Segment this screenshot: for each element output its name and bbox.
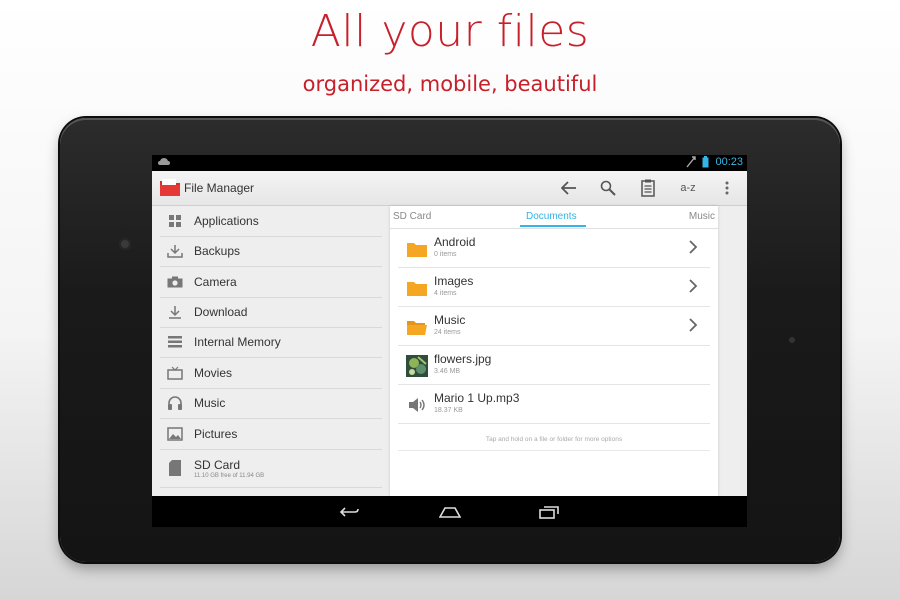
backup-download-icon	[166, 242, 184, 260]
camera-icon	[166, 273, 184, 291]
status-bar: 00:23	[152, 155, 747, 171]
device-screen: 00:23 File Manager a-z Applications Back…	[152, 155, 747, 527]
file-meta: 18.37 KB	[434, 407, 463, 414]
search-icon[interactable]	[597, 177, 619, 199]
file-meta: 0 items	[434, 251, 457, 258]
folder-icon	[407, 282, 427, 296]
system-nav-bar	[152, 497, 747, 527]
signal-icon	[686, 156, 697, 168]
content-area: Applications Backups Camera Download Int…	[152, 206, 747, 496]
tab-sd-card[interactable]: SD Card	[393, 211, 431, 222]
file-row-flowers[interactable]: flowers.jpg 3.46 MB	[398, 346, 710, 385]
sidebar-item-label: Pictures	[194, 427, 238, 441]
file-list-panel: SD Card Documents Music Android 0 items …	[390, 206, 718, 496]
home-nav-icon[interactable]	[438, 503, 462, 521]
sidebar-item-internal-memory[interactable]: Internal Memory	[160, 327, 382, 358]
audio-icon	[409, 398, 425, 412]
overflow-menu-icon[interactable]	[720, 177, 734, 199]
sd-card-label-group: SD Card 11.10 GB free of 11.94 GB	[194, 458, 264, 479]
sidebar-item-label: SD Card	[194, 457, 241, 472]
file-name: Images	[434, 274, 474, 288]
sidebar-item-camera[interactable]: Camera	[160, 267, 382, 298]
clipboard-icon[interactable]	[637, 177, 659, 199]
file-row-mario[interactable]: Mario 1 Up.mp3 18.37 KB	[398, 385, 710, 424]
app-title: File Manager	[184, 181, 255, 195]
light-sensor	[789, 337, 795, 343]
grid-icon	[166, 212, 184, 230]
file-name: Android	[434, 235, 476, 249]
sidebar-item-applications[interactable]: Applications	[160, 206, 382, 237]
usage-hint: Tap and hold on a file or folder for mor…	[398, 430, 710, 451]
chevron-right-icon[interactable]	[686, 237, 700, 257]
action-bar: File Manager a-z	[152, 171, 747, 206]
sd-card-icon	[166, 459, 184, 477]
tab-music[interactable]: Music	[689, 211, 715, 222]
notification-icon	[158, 158, 170, 165]
file-name: flowers.jpg	[434, 352, 492, 366]
sidebar-item-label: Camera	[194, 275, 237, 289]
sort-icon[interactable]: a-z	[674, 177, 702, 199]
file-name: Mario 1 Up.mp3	[434, 391, 520, 405]
tab-documents[interactable]: Documents	[526, 211, 577, 222]
file-meta: 24 items	[434, 329, 461, 336]
sidebar-item-label: Movies	[194, 366, 233, 380]
sidebar-item-sd-card[interactable]: SD Card 11.10 GB free of 11.94 GB	[160, 449, 382, 488]
location-tabs: SD Card Documents Music	[390, 206, 718, 229]
sidebar-item-label: Backups	[194, 244, 241, 258]
folder-open-icon	[407, 321, 427, 335]
file-meta: 4 items	[434, 290, 457, 297]
sidebar-item-download[interactable]: Download	[160, 297, 382, 328]
battery-icon	[702, 156, 709, 168]
sidebar: Applications Backups Camera Download Int…	[160, 206, 382, 496]
active-tab-indicator	[520, 225, 586, 227]
back-icon[interactable]	[558, 177, 580, 199]
picture-icon	[166, 425, 184, 443]
sidebar-item-label: Applications	[194, 214, 259, 228]
memory-icon	[166, 333, 184, 351]
sidebar-item-label: Download	[194, 305, 248, 319]
sidebar-item-pictures[interactable]: Pictures	[160, 419, 382, 450]
front-camera	[119, 238, 131, 250]
promo-headline: All your files	[310, 6, 590, 57]
file-name: Music	[434, 313, 466, 327]
file-row-images[interactable]: Images 4 items	[398, 268, 710, 307]
sidebar-item-label: Music	[194, 396, 226, 410]
chevron-right-icon[interactable]	[686, 315, 700, 335]
file-meta: 3.46 MB	[434, 368, 461, 375]
file-row-music[interactable]: Music 24 items	[398, 307, 710, 346]
promo-subline: organized, mobile, beautiful	[302, 72, 598, 96]
chevron-right-icon[interactable]	[686, 276, 700, 296]
image-thumbnail-icon	[406, 355, 428, 377]
sd-card-free-space: 11.10 GB free of 11.94 GB	[194, 472, 265, 479]
headphones-icon	[166, 394, 184, 412]
sidebar-item-label: Internal Memory	[194, 335, 281, 349]
sidebar-item-music[interactable]: Music	[160, 388, 382, 419]
sidebar-item-backups[interactable]: Backups	[160, 236, 382, 267]
sidebar-item-movies[interactable]: Movies	[160, 358, 382, 389]
folder-icon	[407, 243, 427, 257]
status-time: 00:23	[715, 156, 743, 168]
back-nav-icon[interactable]	[338, 503, 360, 521]
tv-icon	[166, 364, 184, 382]
recents-nav-icon[interactable]	[538, 503, 560, 521]
file-row-android[interactable]: Android 0 items	[398, 229, 710, 268]
file-manager-app-icon[interactable]	[160, 178, 180, 196]
download-icon	[166, 303, 184, 321]
